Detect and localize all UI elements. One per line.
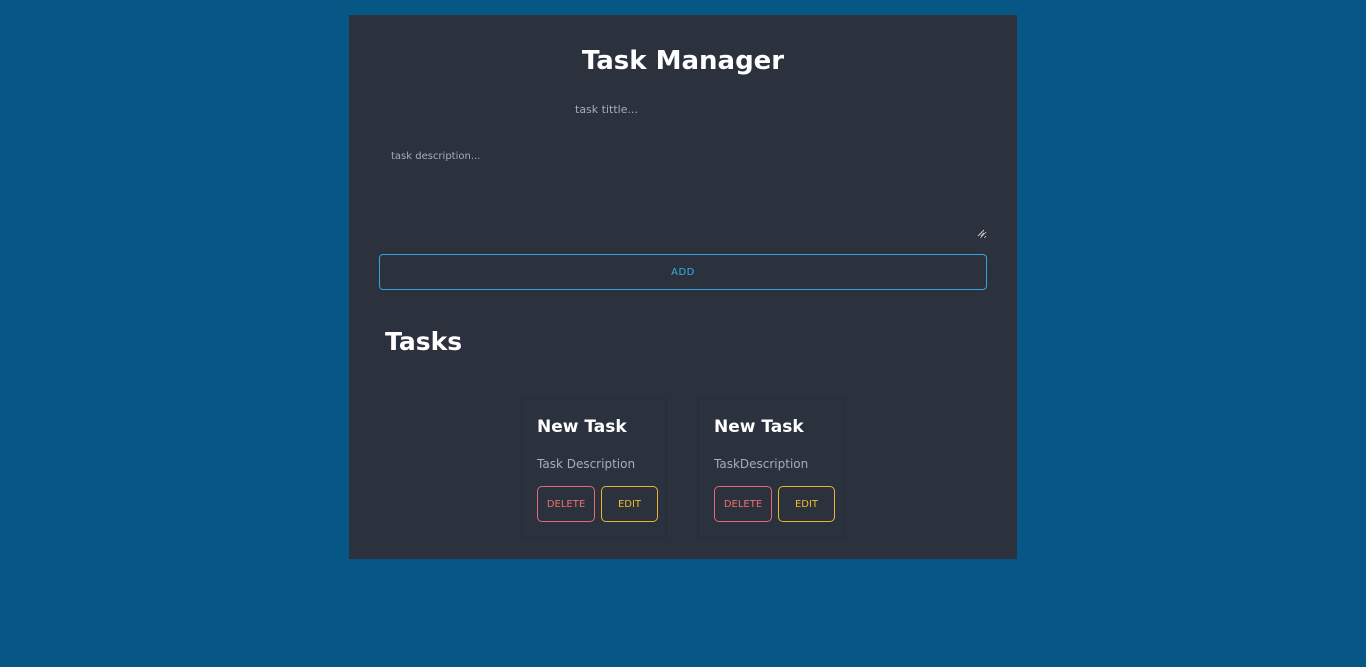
tasks-heading: Tasks xyxy=(385,327,463,356)
task-card: New Task TaskDescription DELETE EDIT xyxy=(698,398,844,538)
task-card: New Task Task Description DELETE EDIT xyxy=(521,398,667,538)
add-task-button[interactable]: ADD xyxy=(379,254,987,290)
edit-task-button[interactable]: EDIT xyxy=(778,486,835,522)
page-title: Task Manager xyxy=(581,46,785,76)
task-card-description: Task Description xyxy=(537,457,636,471)
task-manager-panel: Task Manager ADD Tasks New Task Task Des… xyxy=(349,15,1017,559)
task-card-title: New Task xyxy=(537,417,627,437)
task-description-input[interactable] xyxy=(383,145,987,239)
delete-task-button[interactable]: DELETE xyxy=(537,486,595,522)
delete-task-button[interactable]: DELETE xyxy=(714,486,772,522)
task-card-title: New Task xyxy=(714,417,804,437)
task-card-description: TaskDescription xyxy=(714,457,809,471)
edit-task-button[interactable]: EDIT xyxy=(601,486,658,522)
task-title-input[interactable] xyxy=(567,99,799,119)
